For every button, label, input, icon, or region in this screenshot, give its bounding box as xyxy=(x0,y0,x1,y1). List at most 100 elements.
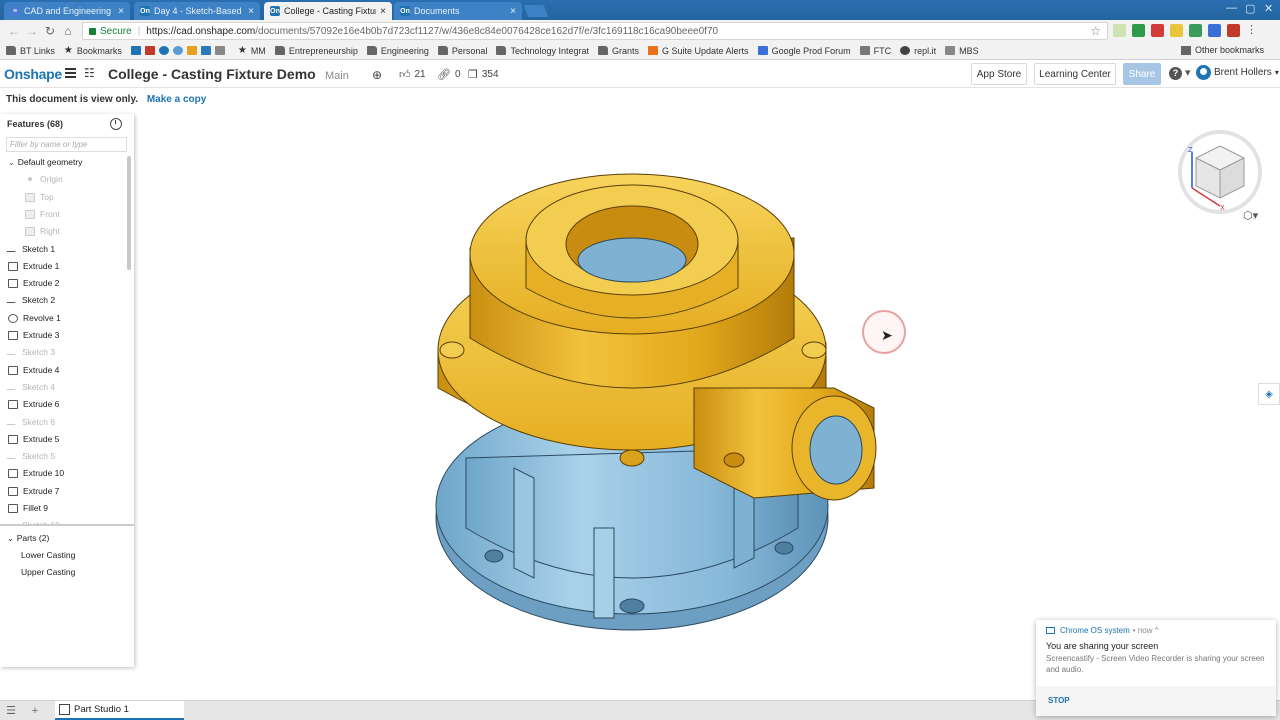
part-upper-casting[interactable]: Upper Casting xyxy=(21,567,75,577)
bookmark-personal[interactable]: Personal xyxy=(437,46,487,56)
bookmark-shortcuts[interactable] xyxy=(130,46,229,55)
bookmark-grants[interactable]: Grants xyxy=(598,46,639,56)
feature-tree-toggle-icon[interactable]: ☷ xyxy=(84,67,97,80)
bookmark-bookmarks[interactable]: ★ Bookmarks xyxy=(64,45,122,56)
url-text[interactable]: https://cad.onshape.com/documents/57092e… xyxy=(146,26,718,37)
feature-item[interactable]: Extrude 6 xyxy=(0,396,126,412)
feature-item[interactable]: Sketch 6 xyxy=(0,414,126,430)
bookmark-entrepreneurship[interactable]: Entrepreneurship xyxy=(274,46,358,56)
feature-item[interactable]: Origin xyxy=(0,171,126,187)
feature-item[interactable]: Extrude 4 xyxy=(0,362,126,378)
feature-item[interactable]: Fillet 9 xyxy=(0,500,126,516)
bookmark-google-forum[interactable]: Google Prod Forum xyxy=(757,46,851,56)
hamburger-menu-icon[interactable] xyxy=(65,68,76,79)
document-title[interactable]: College - Casting Fixture Demo xyxy=(108,66,316,82)
help-icon: ? xyxy=(1169,67,1182,80)
browser-tab-day4[interactable]: On Day 4 - Sketch-Based M × xyxy=(134,2,260,20)
feature-label: Sketch 2 xyxy=(22,295,56,305)
bookmark-technology[interactable]: Technology Integrat xyxy=(496,46,589,56)
bookmark-mbs[interactable]: MBS xyxy=(945,46,979,56)
reload-icon[interactable]: ↻ xyxy=(42,23,58,39)
panel-divider[interactable] xyxy=(0,524,134,526)
docs-icon: ≡ xyxy=(10,6,20,16)
user-menu[interactable]: Brent Hollers ▾ xyxy=(1196,65,1279,80)
extension-icon[interactable] xyxy=(1132,24,1145,37)
extension-icon[interactable] xyxy=(1151,24,1164,37)
close-icon[interactable]: × xyxy=(248,6,254,17)
home-icon[interactable]: ⌂ xyxy=(60,23,76,39)
appearance-panel-icon[interactable]: ◈ xyxy=(1258,383,1280,405)
bookmark-ftc[interactable]: FTC xyxy=(859,46,891,56)
feature-item[interactable]: Extrude 10 xyxy=(0,465,126,481)
close-icon[interactable]: × xyxy=(380,6,386,17)
close-icon[interactable]: × xyxy=(510,6,516,17)
feature-item[interactable]: Extrude 5 xyxy=(0,431,126,447)
copies-count[interactable]: ❐ 354 xyxy=(468,68,499,81)
learning-center-button[interactable]: Learning Center xyxy=(1034,63,1116,85)
onshape-logo[interactable]: Onshape xyxy=(4,66,62,82)
feature-item[interactable]: Front xyxy=(0,206,126,222)
bookmark-gsuite[interactable]: G Suite Update Alerts xyxy=(648,46,749,56)
folder-icon xyxy=(496,46,507,55)
address-bar[interactable]: Secure | https://cad.onshape.com/documen… xyxy=(82,22,1108,40)
tab-manager-icon[interactable]: ☰ xyxy=(4,704,18,718)
add-element-icon[interactable]: + xyxy=(28,704,42,718)
view-options-icon[interactable]: ⬡▾ xyxy=(1243,209,1258,222)
feature-item[interactable]: Top xyxy=(0,189,126,205)
close-icon[interactable]: × xyxy=(118,6,124,17)
feature-item[interactable]: ⌄ Default geometry xyxy=(0,154,126,170)
feature-item[interactable]: Right xyxy=(0,223,126,239)
feature-item[interactable]: Extrude 1 xyxy=(0,258,126,274)
share-button[interactable]: Share xyxy=(1123,63,1161,85)
extension-icon[interactable] xyxy=(1113,24,1126,37)
bookmark-star-icon[interactable]: ☆ xyxy=(1090,24,1101,38)
help-menu[interactable]: ? ▾ xyxy=(1169,66,1191,80)
feature-item[interactable]: Extrude 3 xyxy=(0,327,126,343)
feature-item[interactable]: Sketch 3 xyxy=(0,344,126,360)
minimize-icon[interactable]: — xyxy=(1226,2,1237,14)
casting-model[interactable] xyxy=(134,88,1280,700)
rollback-timer-icon[interactable] xyxy=(110,118,122,130)
bookmark-engineering[interactable]: Engineering xyxy=(366,46,429,56)
graphics-viewport[interactable] xyxy=(134,88,1280,700)
new-tab-button[interactable] xyxy=(523,5,549,17)
feature-item[interactable]: Revolve 1 xyxy=(0,310,126,326)
feature-item[interactable]: Sketch 4 xyxy=(0,379,126,395)
maximize-icon[interactable]: ▢ xyxy=(1245,2,1255,15)
part-lower-casting[interactable]: Lower Casting xyxy=(21,550,75,560)
window-close-icon[interactable]: ✕ xyxy=(1264,2,1273,15)
chevron-down-icon[interactable]: ⌄ xyxy=(8,158,15,167)
workspace-branch[interactable]: Main xyxy=(325,70,349,82)
bookmark-bt-links[interactable]: BT Links xyxy=(6,46,55,56)
menu-dots-icon[interactable]: ⋮ xyxy=(1246,24,1259,37)
app-store-button[interactable]: App Store xyxy=(971,63,1027,85)
browser-tab-documents[interactable]: On Documents × xyxy=(394,2,522,20)
back-icon[interactable]: ← xyxy=(6,23,22,39)
feature-item[interactable]: Sketch 2 xyxy=(0,292,126,308)
feature-item[interactable]: Sketch 5 xyxy=(0,448,126,464)
extension-icon[interactable] xyxy=(1227,24,1240,37)
other-bookmarks[interactable]: Other bookmarks xyxy=(1180,45,1264,55)
forward-icon[interactable]: → xyxy=(24,23,40,39)
browser-tab-cad[interactable]: ≡ CAD and Engineering - D × xyxy=(4,2,130,20)
extension-icon[interactable] xyxy=(1170,24,1183,37)
globe-icon[interactable]: ⊕ xyxy=(372,68,386,82)
parts-header[interactable]: ⌄ Parts (2) xyxy=(7,533,49,543)
stop-sharing-button[interactable]: STOP xyxy=(1048,696,1070,705)
bookmark-mm[interactable]: ★ MM xyxy=(238,45,266,56)
drive-icon[interactable] xyxy=(1189,24,1202,37)
feature-item[interactable]: Sketch 1 xyxy=(0,241,126,257)
feature-item[interactable]: Extrude 2 xyxy=(0,275,126,291)
likes-count[interactable]: 👍︎ 21 xyxy=(399,68,426,81)
bookmark-replit[interactable]: repl.it xyxy=(900,46,936,56)
notification-time[interactable]: • now ^ xyxy=(1133,626,1159,635)
browser-tab-casting[interactable]: On College - Casting Fixture × xyxy=(264,2,392,20)
secure-indicator[interactable]: Secure xyxy=(89,26,132,37)
feature-item[interactable]: Sketch 10 xyxy=(0,517,126,524)
feature-list-scrollbar[interactable] xyxy=(127,156,131,270)
tab-part-studio-1[interactable]: Part Studio 1 xyxy=(55,701,184,720)
feature-filter-input[interactable]: Filter by name or type xyxy=(6,137,127,152)
extension-icon[interactable] xyxy=(1208,24,1221,37)
feature-item[interactable]: Extrude 7 xyxy=(0,483,126,499)
links-count[interactable]: 🔗︎ 0 xyxy=(437,68,461,81)
